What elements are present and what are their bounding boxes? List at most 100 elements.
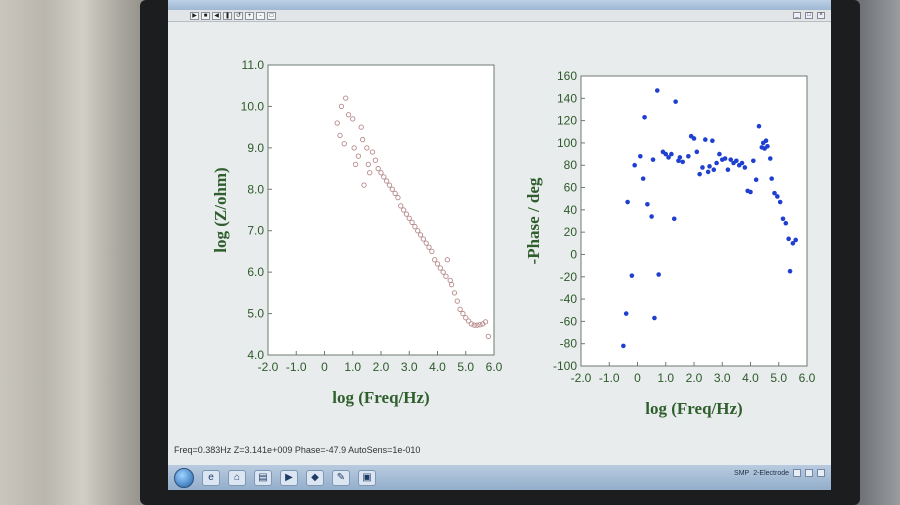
right-data-point [691, 136, 697, 141]
right-data-point [652, 315, 657, 321]
right-data-point [793, 237, 798, 243]
left-y-tick-label: 7.0 [247, 224, 264, 238]
toolbar-button-6[interactable]: + [245, 11, 254, 20]
left-x-tick-label: 1.0 [344, 360, 361, 374]
right-x-tick-label: -1.0 [599, 371, 620, 385]
taskbar-icon-ie[interactable]: e [202, 469, 220, 486]
right-y-tick-label: 140 [557, 91, 577, 105]
taskbar-icon-media[interactable]: ▶ [280, 469, 298, 486]
system-tray: SMP 2-Electrode [734, 469, 825, 477]
right-data-point [765, 143, 770, 149]
right-data-point [632, 162, 637, 168]
right-y-tick-label: 160 [557, 69, 577, 83]
right-data-point [710, 138, 715, 143]
left-x-axis-title: log (Freq/Hz) [332, 388, 429, 407]
right-data-point [645, 201, 650, 207]
taskbar-icon-active[interactable]: ▣ [358, 469, 376, 486]
left-y-tick-label: 8.0 [247, 182, 264, 196]
right-x-tick-label: 6.0 [799, 371, 816, 385]
left-x-tick-label: -2.0 [258, 360, 279, 374]
right-x-tick-label: 0 [634, 371, 641, 385]
right-x-tick-label: 5.0 [770, 371, 787, 385]
left-y-tick-label: 6.0 [247, 265, 264, 279]
right-data-point [725, 167, 731, 172]
toolbar-button-4[interactable]: ❚ [223, 11, 232, 20]
window-controls: _ □ × [793, 12, 825, 19]
right-y-tick-label: 100 [557, 136, 577, 150]
monitor-screen: ▶ ■ ◀ ❚ ↺ + - □ _ □ × 4.0 5.0 6.0 7.0 8.0 9.0… [168, 0, 831, 490]
toolbar-button-7[interactable]: - [256, 11, 265, 20]
left-x-tick-label: 0 [321, 360, 328, 374]
right-data-point [714, 160, 719, 166]
start-button[interactable] [174, 467, 194, 488]
right-data-point [739, 160, 745, 166]
left-x-tick-label: 3.0 [401, 360, 418, 374]
left-x-tick-label: 4.0 [429, 360, 446, 374]
right-data-point [734, 158, 739, 164]
right-data-point [763, 138, 769, 143]
right-data-point [767, 156, 773, 161]
right-data-point [642, 114, 647, 120]
right-data-point [742, 165, 748, 170]
right-data-point [638, 154, 643, 159]
left-y-tick-label: 9.0 [247, 141, 264, 155]
right-data-point [756, 123, 762, 129]
left-y-tick-label: 11.0 [242, 58, 265, 72]
tray-label-2: 2-Electrode [753, 469, 789, 477]
right-x-tick-label: -2.0 [571, 371, 592, 385]
right-data-point [697, 171, 702, 177]
right-data-point [717, 151, 722, 157]
right-data-point [680, 159, 685, 165]
left-x-tick-label: 2.0 [373, 360, 390, 374]
right-x-tick-label: 3.0 [714, 371, 731, 385]
right-x-tick-label: 4.0 [742, 371, 759, 385]
right-data-point [753, 177, 759, 183]
right-data-point [703, 137, 708, 142]
plot-area: 4.0 5.0 6.0 7.0 8.0 9.0 10.0 11.0 -2.0 -1.0 0 1.0 2.… [211, 58, 816, 418]
left-x-tick-label: -1.0 [286, 360, 307, 374]
toolbar-button-8[interactable]: □ [267, 11, 276, 20]
toolbar-button-1[interactable]: ▶ [190, 11, 199, 20]
right-data-point [783, 220, 789, 226]
background-curtain [0, 0, 150, 505]
app-toolbar: ▶ ■ ◀ ❚ ↺ + - □ [168, 10, 831, 22]
tray-icon-3[interactable] [817, 469, 825, 477]
right-data-point [787, 268, 793, 274]
toolbar-button-5[interactable]: ↺ [234, 11, 243, 20]
taskbar-icon-explorer[interactable]: ▤ [254, 469, 272, 486]
tray-icon-1[interactable] [793, 469, 801, 477]
taskbar-icon-app[interactable]: ◆ [306, 469, 324, 486]
right-plot-frame [580, 75, 808, 367]
left-y-tick-label: 5.0 [247, 307, 264, 321]
taskbar-icon-folder[interactable]: ⌂ [228, 469, 246, 486]
right-data-point [722, 156, 728, 161]
right-data-point [677, 155, 683, 160]
right-data-point [780, 216, 786, 222]
window-titlebar [168, 0, 831, 10]
right-y-tick-label: -20 [560, 270, 578, 284]
right-data-point [711, 167, 717, 172]
right-y-axis-title: -Phase / deg [524, 177, 543, 264]
right-y-tick-label: 120 [557, 114, 577, 128]
right-y-tick-label: 20 [564, 225, 578, 239]
maximize-icon[interactable]: □ [805, 12, 813, 19]
toolbar-button-3[interactable]: ◀ [212, 11, 221, 20]
right-data-point [669, 151, 674, 157]
left-x-tick-label: 5.0 [457, 360, 474, 374]
toolbar-button-2[interactable]: ■ [201, 11, 210, 20]
right-data-point [649, 214, 654, 219]
taskbar-icon-paint[interactable]: ✎ [332, 469, 350, 486]
tray-icon-2[interactable] [805, 469, 813, 477]
right-y-tick-label: -80 [560, 337, 578, 351]
right-data-point [707, 164, 712, 169]
left-y-axis-title: log (Z/ohm) [211, 167, 230, 252]
right-x-tick-label: 2.0 [686, 371, 703, 385]
right-data-point [777, 199, 783, 205]
right-data-point [748, 189, 753, 195]
right-data-point [640, 176, 646, 181]
minimize-icon[interactable]: _ [793, 12, 801, 19]
left-x-tick-label: 6.0 [486, 360, 503, 374]
right-data-point [775, 194, 780, 199]
right-data-point [671, 216, 677, 222]
close-icon[interactable]: × [817, 12, 825, 19]
